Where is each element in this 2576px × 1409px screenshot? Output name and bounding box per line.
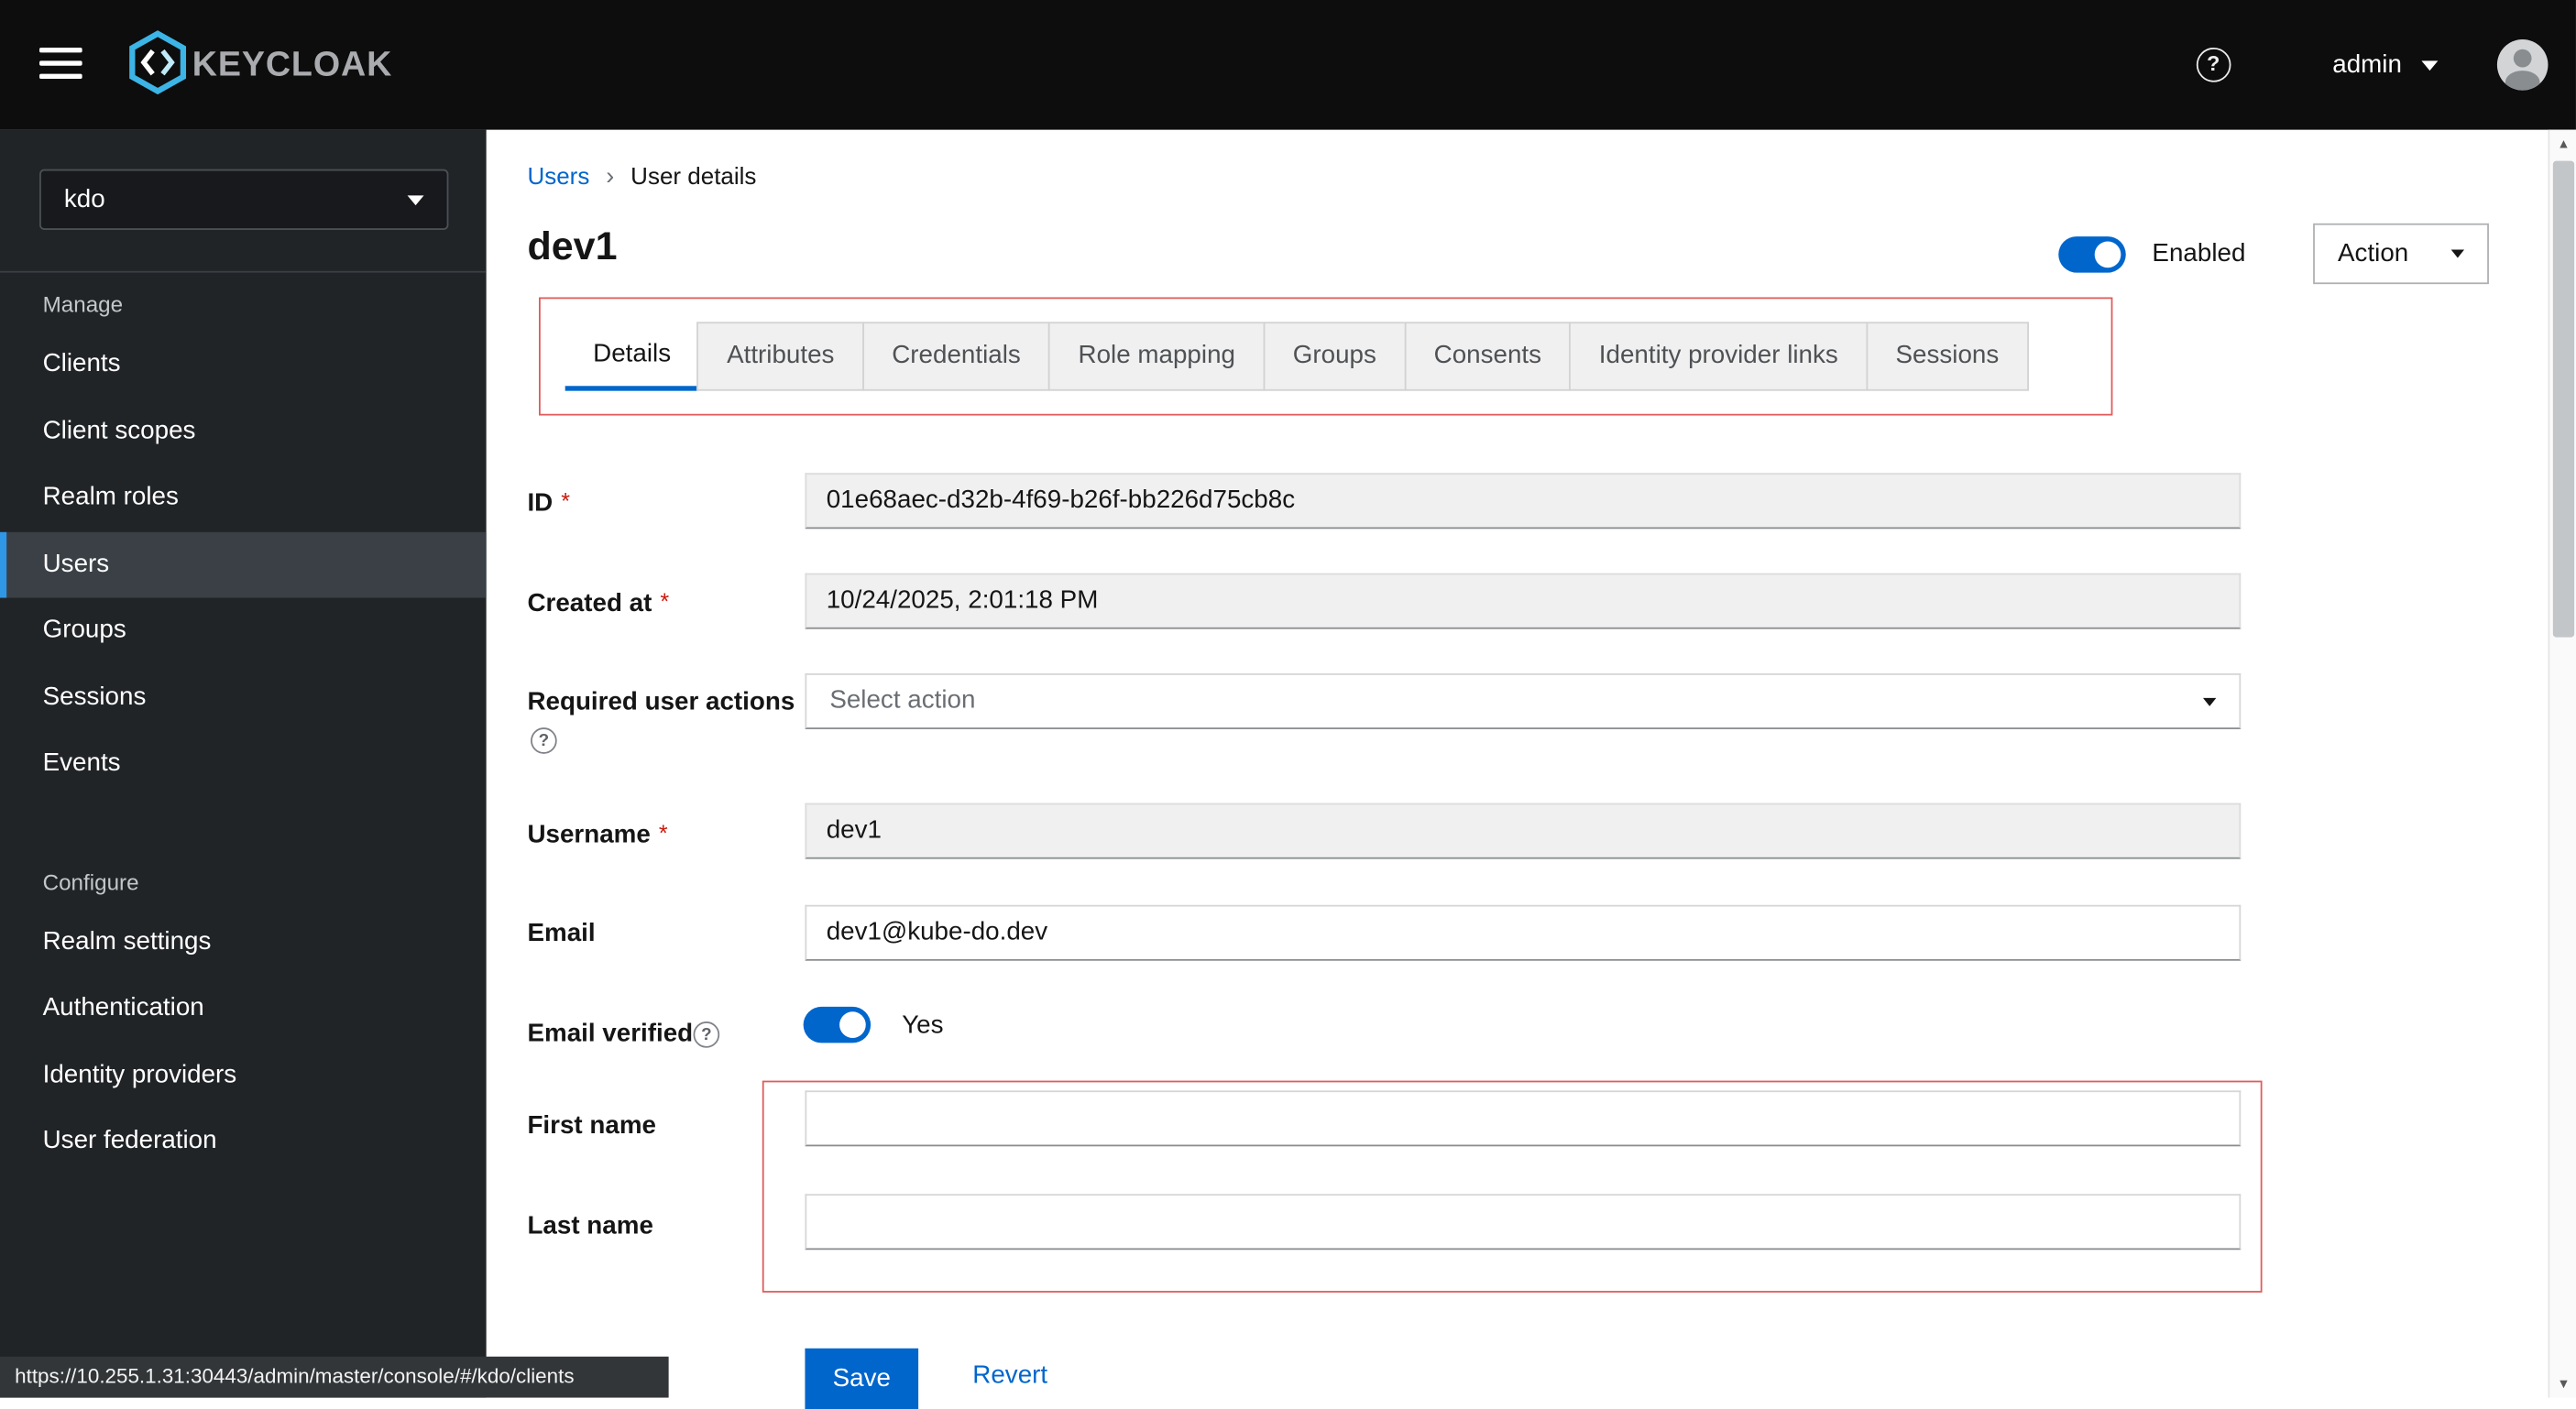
tab-groups[interactable]: Groups (1263, 322, 1407, 391)
save-button[interactable]: Save (805, 1348, 919, 1409)
viewport: KEYCLOAK ? admin kdo Manage Clients Clie… (0, 0, 2576, 1409)
sidebar-item-authentication[interactable]: Authentication (0, 976, 487, 1043)
keycloak-admin-page: KEYCLOAK ? admin kdo Manage Clients Clie… (0, 0, 2576, 1409)
nav-section-title: Manage (42, 292, 124, 317)
action-dropdown[interactable]: Action (2313, 223, 2489, 285)
created-at-label: Created at * (527, 587, 670, 618)
tab-details[interactable]: Details (565, 322, 699, 391)
last-name-field[interactable] (805, 1194, 2242, 1251)
chevron-right-icon: › (606, 162, 615, 191)
email-field[interactable] (805, 904, 2242, 961)
email-label: Email (527, 919, 596, 948)
email-verified-toggle[interactable] (803, 1006, 871, 1043)
chevron-down-icon (2450, 249, 2465, 258)
keycloak-logo-icon (125, 28, 191, 103)
sidebar-item-client-scopes[interactable]: Client scopes (0, 399, 487, 465)
id-field[interactable] (805, 473, 2242, 530)
avatar-body (2505, 71, 2540, 91)
sidebar-item-events[interactable]: Events (0, 731, 487, 798)
username-label: Username * (527, 819, 668, 849)
question-circle-icon[interactable]: ? (531, 727, 557, 754)
tab-attributes[interactable]: Attributes (696, 322, 864, 391)
nav-section-configure: Configure Realm settings Authentication … (0, 853, 487, 1174)
user-avatar-icon[interactable] (2496, 39, 2549, 91)
email-verified-state: Yes (902, 1011, 944, 1040)
scrollbar[interactable]: ▲ ▼ (2548, 129, 2576, 1398)
tab-consents[interactable]: Consents (1404, 322, 1572, 391)
required-asterisk: * (660, 587, 670, 615)
browser-status-bar: https://10.255.1.31:30443/admin/master/c… (0, 1356, 669, 1398)
breadcrumb-current: User details (630, 163, 757, 191)
enabled-toggle[interactable] (2058, 236, 2126, 273)
tab-role-mapping[interactable]: Role mapping (1048, 322, 1266, 391)
breadcrumb: Users › User details (527, 162, 756, 190)
sidebar-item-identity-providers[interactable]: Identity providers (0, 1042, 487, 1109)
user-menu[interactable]: admin (2332, 49, 2439, 80)
tab-sessions[interactable]: Sessions (1866, 322, 2029, 391)
id-label: ID * (527, 487, 570, 518)
required-actions-select[interactable]: Select action (805, 673, 2242, 729)
chevron-down-icon (2203, 697, 2217, 705)
required-actions-label: Required user actions (527, 688, 795, 716)
keycloak-brand: KEYCLOAK (125, 28, 393, 103)
scroll-up-icon[interactable]: ▲ (2549, 130, 2576, 158)
sidebar: kdo Manage Clients Client scopes Realm r… (0, 129, 487, 1398)
realm-selector[interactable]: kdo (39, 169, 449, 230)
hamburger-bar (39, 60, 82, 66)
page-title: dev1 (527, 224, 618, 270)
masthead: KEYCLOAK ? admin (0, 0, 2576, 130)
tab-identity-provider-links[interactable]: Identity provider links (1569, 322, 1869, 391)
breadcrumb-link-users[interactable]: Users (527, 163, 589, 190)
enabled-label: Enabled (2152, 239, 2246, 268)
toggle-knob (839, 1011, 866, 1038)
revert-link[interactable]: Revert (972, 1361, 1047, 1391)
sidebar-item-sessions[interactable]: Sessions (0, 664, 487, 731)
hamburger-menu-icon[interactable] (39, 47, 82, 82)
nav-section-manage: Manage Clients Client scopes Realm roles… (0, 276, 487, 797)
sidebar-item-realm-roles[interactable]: Realm roles (0, 464, 487, 531)
avatar-head (2513, 49, 2532, 68)
sidebar-nav: Manage Clients Client scopes Realm roles… (0, 270, 487, 1175)
action-dropdown-label: Action (2338, 238, 2409, 268)
email-verified-label: Email verified (527, 1020, 694, 1048)
scrollbar-thumb[interactable] (2552, 160, 2575, 638)
tab-credentials[interactable]: Credentials (861, 322, 1051, 391)
last-name-label: Last name (527, 1212, 653, 1240)
header-right: ? admin (2196, 0, 2549, 130)
sidebar-item-groups[interactable]: Groups (0, 598, 487, 665)
sidebar-item-realm-settings[interactable]: Realm settings (0, 909, 487, 976)
first-name-field[interactable] (805, 1090, 2242, 1147)
created-at-field[interactable] (805, 573, 2242, 629)
hamburger-bar (39, 47, 82, 53)
nav-section-title: Configure (42, 869, 139, 895)
hamburger-bar (39, 73, 82, 80)
sidebar-item-clients[interactable]: Clients (0, 332, 487, 399)
scroll-down-icon[interactable]: ▼ (2549, 1370, 2576, 1397)
required-asterisk: * (561, 487, 570, 515)
sidebar-item-user-federation[interactable]: User federation (0, 1109, 487, 1175)
toggle-knob (2094, 241, 2121, 268)
question-circle-icon[interactable]: ? (693, 1021, 720, 1048)
realm-selector-value: kdo (63, 184, 105, 213)
user-menu-label: admin (2332, 49, 2402, 79)
help-icon[interactable]: ? (2196, 47, 2231, 82)
brand-title: KEYCLOAK (192, 46, 393, 84)
sidebar-item-users[interactable]: Users (0, 530, 487, 598)
chevron-down-icon (407, 194, 424, 205)
chevron-down-icon (2421, 60, 2439, 71)
first-name-label: First name (527, 1111, 656, 1141)
tab-bar: Details Attributes Credentials Role mapp… (565, 322, 2029, 391)
username-field[interactable] (805, 803, 2242, 859)
required-actions-placeholder: Select action (829, 686, 976, 715)
required-asterisk: * (658, 819, 668, 846)
